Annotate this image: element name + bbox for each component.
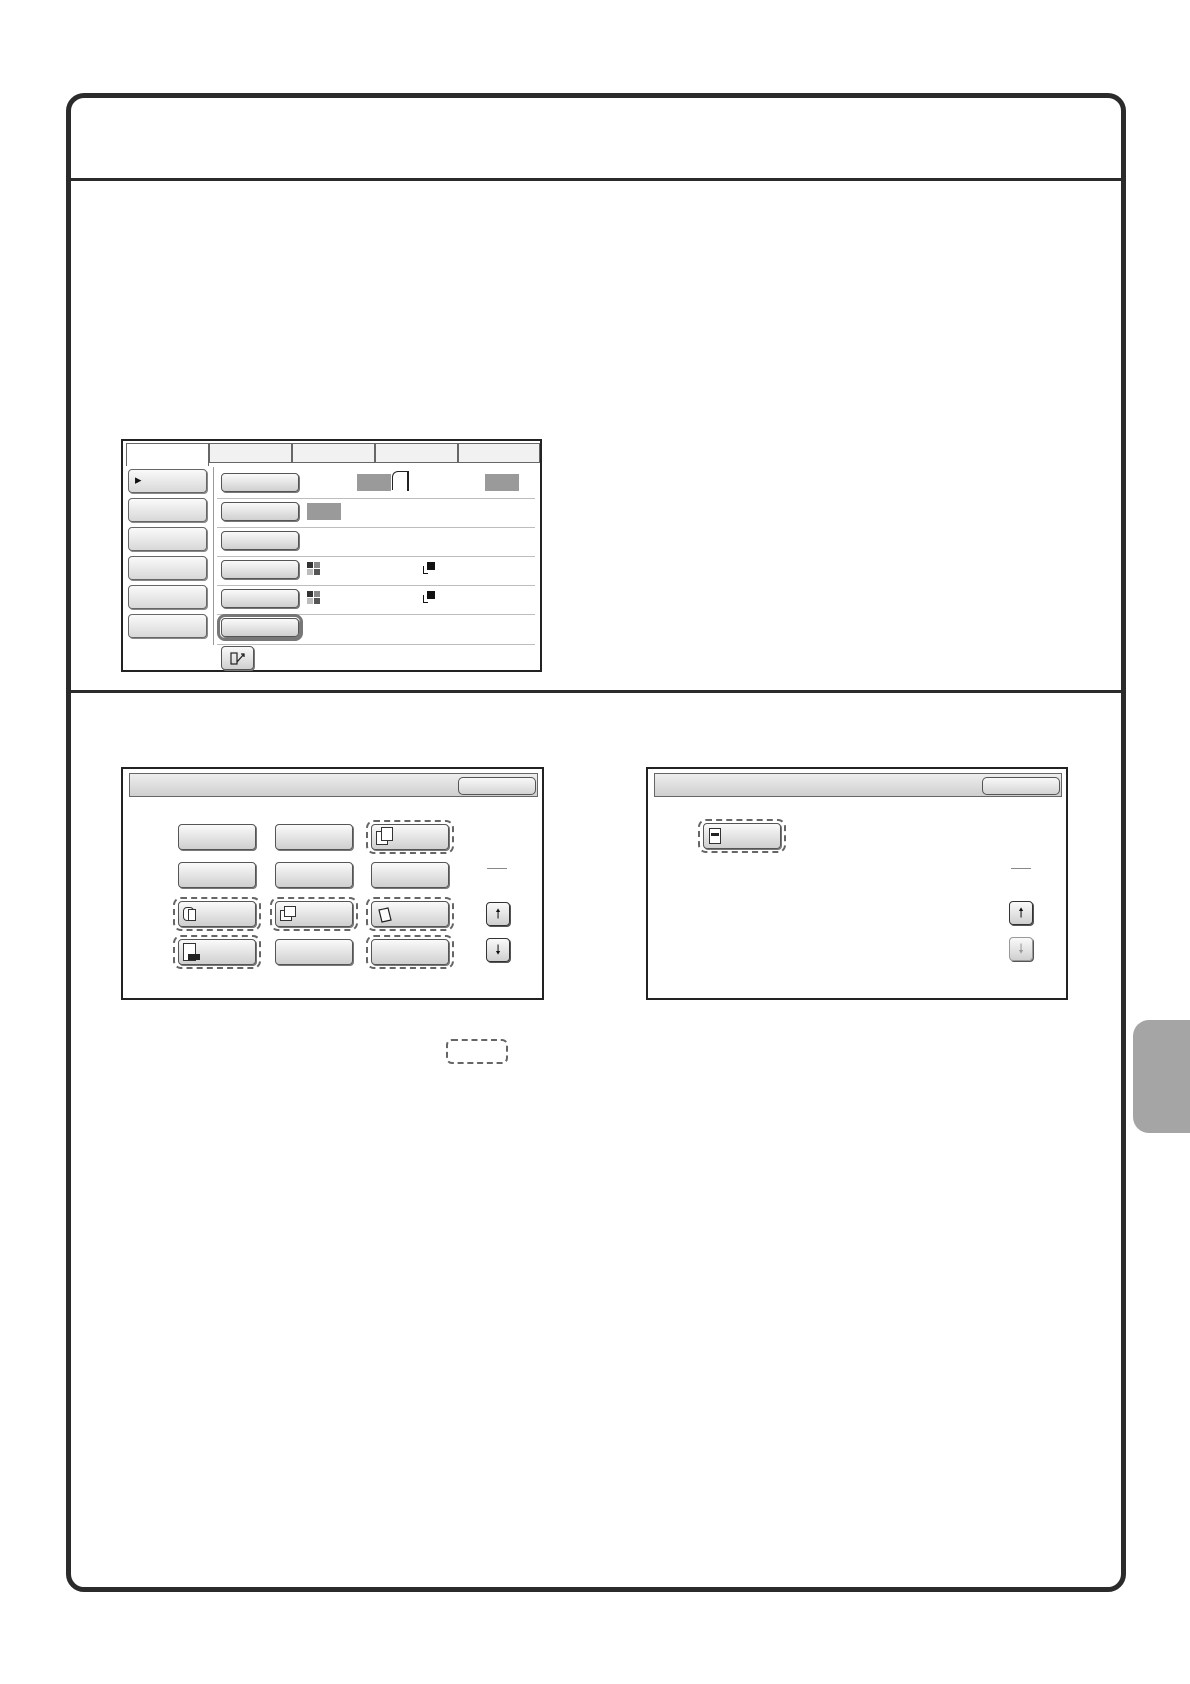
mode-button-11[interactable] (275, 939, 353, 965)
scroll-up-button[interactable]: 🠕 (486, 902, 510, 926)
section-divider (71, 690, 1121, 693)
setting-button-1[interactable] (221, 473, 299, 492)
settings-wrench-icon (230, 652, 245, 665)
custom-settings-button[interactable] (221, 646, 254, 670)
panel-divider (213, 467, 214, 645)
tab-3[interactable] (292, 443, 375, 463)
chapter-side-tab (1133, 1020, 1190, 1133)
card-shot-icon (378, 907, 392, 923)
tandem-copy-icon-back (284, 906, 296, 917)
special-modes-screen-page-2: 🠕 🠗 (646, 767, 1068, 1000)
stamp-icon (709, 828, 721, 844)
menu-button-3[interactable] (128, 527, 207, 551)
scroll-up-button[interactable]: 🠕 (1009, 901, 1033, 925)
ok-button[interactable] (458, 777, 536, 795)
ok-button[interactable] (982, 777, 1060, 795)
arrow-down-icon: 🠗 (1018, 941, 1024, 956)
special-modes-screen: 🠕 🠗 (121, 767, 544, 1000)
row-separator (217, 585, 535, 586)
color-squares-icon (307, 591, 320, 604)
menu-button-5[interactable] (128, 585, 207, 609)
mode-button-10[interactable] (178, 939, 256, 965)
multi-page-icon-back (381, 827, 393, 841)
paper-corner-icon (392, 471, 407, 490)
value-block-3 (307, 503, 341, 520)
mode-button-4[interactable] (178, 862, 256, 888)
mono-square-icon (423, 562, 435, 574)
job-build-icon-badge (188, 954, 200, 960)
mode-button-5[interactable] (275, 862, 353, 888)
scroll-down-button[interactable]: 🠗 (1009, 937, 1033, 961)
tab-5[interactable] (458, 443, 540, 463)
tab-1[interactable] (126, 443, 209, 466)
setting-button-2[interactable] (221, 502, 299, 521)
color-squares-icon (307, 562, 320, 575)
highlight-legend-box (446, 1039, 508, 1064)
row-separator (217, 556, 535, 557)
header-divider (71, 178, 1121, 181)
menu-button-4[interactable] (128, 556, 207, 580)
play-indicator-icon: ▸ (135, 472, 142, 487)
menu-button-2[interactable] (128, 498, 207, 522)
arrow-up-icon: 🠕 (1018, 905, 1024, 920)
row-separator (217, 498, 535, 499)
stamp-icon-mark (711, 833, 719, 836)
row-separator (217, 644, 535, 645)
mode-button-12[interactable] (371, 939, 449, 965)
setting-button-4[interactable] (221, 560, 299, 579)
arrow-down-icon: 🠗 (495, 942, 501, 957)
setting-button-5[interactable] (221, 589, 299, 608)
tab-4[interactable] (375, 443, 458, 463)
mode-button-7[interactable] (178, 901, 256, 927)
mode-button-6[interactable] (371, 862, 449, 888)
mode-button-8[interactable] (275, 901, 353, 927)
tab-2[interactable] (209, 443, 292, 463)
settings-screen: ▸ (121, 439, 542, 672)
value-block-1 (357, 474, 391, 491)
mode-button-1[interactable] (178, 824, 256, 850)
menu-button-6[interactable] (128, 614, 207, 638)
paper-corner-icon-edge (407, 471, 409, 491)
book-copy-icon-page (188, 909, 196, 921)
mode-button-9[interactable] (371, 901, 449, 927)
arrow-up-icon: 🠕 (495, 906, 501, 921)
mono-square-icon (423, 591, 435, 603)
mode-button-13[interactable] (703, 823, 781, 849)
mode-button-2[interactable] (275, 824, 353, 850)
scroll-down-button[interactable]: 🠗 (486, 938, 510, 962)
value-block-2 (485, 474, 519, 491)
page-indicator (1011, 868, 1031, 869)
setting-button-3[interactable] (221, 531, 299, 550)
setting-button-6[interactable] (221, 618, 299, 637)
page-indicator (487, 868, 507, 869)
row-separator (217, 527, 535, 528)
menu-button-1[interactable]: ▸ (128, 469, 207, 493)
mode-button-3[interactable] (371, 824, 449, 850)
